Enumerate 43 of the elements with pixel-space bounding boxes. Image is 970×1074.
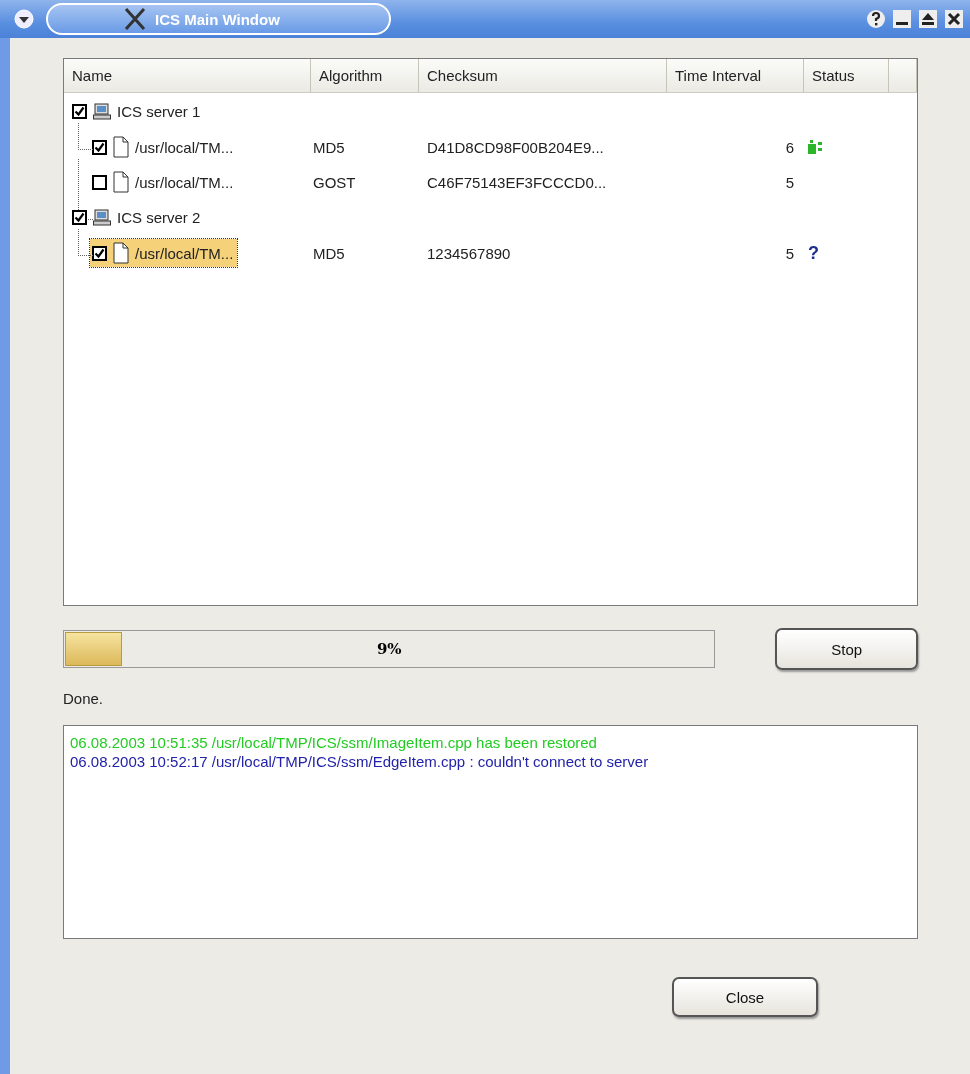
file-path[interactable]: /usr/local/TM... [135, 173, 234, 191]
minimize-icon[interactable] [892, 9, 912, 29]
checkbox[interactable] [92, 139, 107, 155]
window-title: ICS Main Window [155, 10, 280, 28]
column-header[interactable]: Status [804, 59, 889, 92]
log-line: 06.08.2003 10:51:35 /usr/local/TMP/ICS/ssm/ImageItem.cpp has been restored [70, 734, 597, 751]
checkbox[interactable] [92, 174, 107, 190]
checkbox[interactable] [72, 103, 87, 119]
algorithm-cell-text: MD5 [312, 138, 346, 156]
interval-cell: 5 [785, 244, 794, 262]
column-header[interactable]: Time Interval [667, 59, 804, 92]
file-icon [113, 242, 129, 264]
checksum-cell-text: D41D8CD98F00B204E9... [426, 138, 605, 156]
status-text: Done. [63, 690, 105, 707]
computer-icon [93, 208, 111, 226]
file-icon [113, 171, 129, 193]
checkbox[interactable] [92, 245, 107, 261]
server-name[interactable]: ICS server 1 [117, 102, 201, 120]
file-path[interactable]: /usr/local/TM... [135, 138, 234, 156]
column-header[interactable]: Checksum [419, 59, 667, 92]
interval-cell: 6 [785, 138, 794, 156]
x-logo-icon [123, 7, 147, 31]
unknown-status: ? [808, 242, 819, 264]
maximize-icon[interactable] [918, 9, 938, 29]
algorithm-cell-text: MD5 [312, 244, 346, 262]
checksum-cell-text: 1234567890 [426, 244, 512, 262]
interval-cell: 5 [785, 173, 794, 191]
status-ok-icon [808, 140, 822, 154]
column-header[interactable]: Algorithm [311, 59, 419, 92]
close-icon[interactable] [944, 9, 964, 29]
column-header[interactable]: Name [64, 59, 311, 92]
progress-label: 9% [376, 640, 402, 658]
log-line: 06.08.2003 10:52:17 /usr/local/TMP/ICS/ssm/EdgeItem.cpp : couldn't connect to server [70, 753, 649, 770]
computer-icon [93, 102, 111, 120]
close-button[interactable]: Close [672, 977, 818, 1017]
server-name[interactable]: ICS server 2 [117, 208, 201, 226]
checkbox[interactable] [72, 209, 87, 225]
menu-down-icon[interactable] [14, 9, 34, 29]
checksum-cell-text: C46F75143EF3FCCCD0... [426, 173, 608, 191]
file-icon [113, 136, 129, 158]
algorithm-cell-text: GOST [312, 173, 357, 191]
help-icon[interactable] [866, 9, 886, 29]
stop-button[interactable]: Stop [775, 628, 918, 670]
